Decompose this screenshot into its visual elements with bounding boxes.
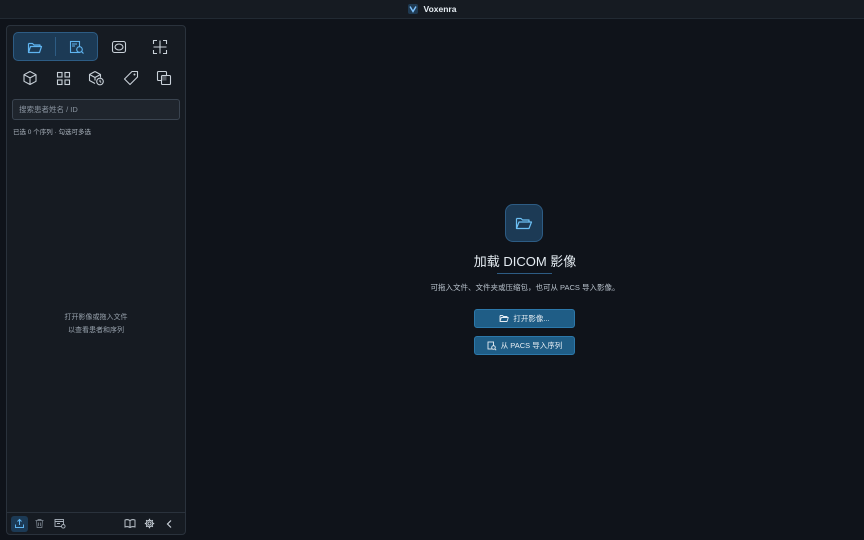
patient-search-input[interactable] [12, 99, 180, 120]
import-pacs-button[interactable]: 从 PACS 导入序列 [474, 336, 575, 355]
toolbar-row-2 [13, 65, 181, 91]
chevron-left-icon [166, 519, 172, 528]
open-folder-button[interactable] [14, 33, 55, 62]
empty-state-heading: 加载 DICOM 影像 [473, 254, 577, 269]
empty-state-description: 可拖入文件、文件夹或压缩包，也可从 PACS 导入影像。 [430, 283, 620, 292]
open-folder-icon [499, 315, 510, 322]
delete-button[interactable] [31, 516, 48, 532]
cube-clock-button[interactable] [80, 65, 114, 91]
layers-button[interactable] [147, 65, 181, 91]
collapse-sidebar-button[interactable] [161, 516, 178, 532]
gear-icon [144, 518, 155, 529]
3d-view-button[interactable] [13, 65, 47, 91]
grid-layout-icon [56, 71, 70, 85]
tag-button[interactable] [114, 65, 148, 91]
open-folder-icon [515, 217, 533, 229]
open-images-button[interactable]: 打开影像... [474, 309, 575, 328]
crop-frame-button[interactable] [139, 32, 180, 61]
sidebar-bottom-bar [7, 512, 185, 534]
manual-button[interactable] [121, 516, 138, 532]
app-logo-icon [407, 4, 418, 14]
open-images-label: 打开影像... [513, 314, 550, 323]
empty-hint-line-2: 以查看患者和序列 [68, 326, 124, 334]
export-icon [15, 518, 24, 528]
app-title: Voxenra [423, 4, 457, 14]
open-folder-icon [27, 42, 42, 53]
window-level-button[interactable] [98, 32, 139, 61]
selection-status: 已选 0 个序列 · 勾选可多选 [13, 129, 92, 136]
tag-icon [123, 70, 138, 86]
window-level-icon [111, 40, 126, 53]
import-pacs-label: 从 PACS 导入序列 [500, 341, 563, 350]
crop-frame-icon [152, 39, 167, 54]
title-bar: Voxenra [0, 0, 864, 19]
layers-icon [157, 70, 172, 86]
source-tool-group [13, 32, 98, 61]
empty-state-hint: 打开影像或拖入文件 以查看患者和序列 [7, 312, 185, 337]
cube-clock-icon [89, 71, 105, 86]
3d-cube-icon [23, 70, 37, 86]
import-archive-icon [54, 519, 66, 529]
heading-divider [497, 273, 552, 274]
settings-button[interactable] [141, 516, 158, 532]
series-search-icon [69, 40, 84, 54]
main-viewer-area: 加载 DICOM 影像 可拖入文件、文件夹或压缩包，也可从 PACS 导入影像。… [186, 19, 864, 540]
book-icon [124, 519, 135, 529]
load-dicom-tile [505, 204, 543, 242]
empty-hint-line-1: 打开影像或拖入文件 [64, 314, 128, 321]
grid-layout-button[interactable] [47, 65, 81, 91]
series-search-icon [487, 341, 497, 351]
series-search-button[interactable] [56, 33, 97, 62]
patient-sidebar: 已选 0 个序列 · 勾选可多选 打开影像或拖入文件 以查看患者和序列 [6, 25, 186, 535]
toolbar-row-1 [13, 32, 180, 61]
import-archive-button[interactable] [51, 516, 68, 532]
export-button[interactable] [11, 515, 28, 532]
trash-icon [35, 519, 44, 528]
